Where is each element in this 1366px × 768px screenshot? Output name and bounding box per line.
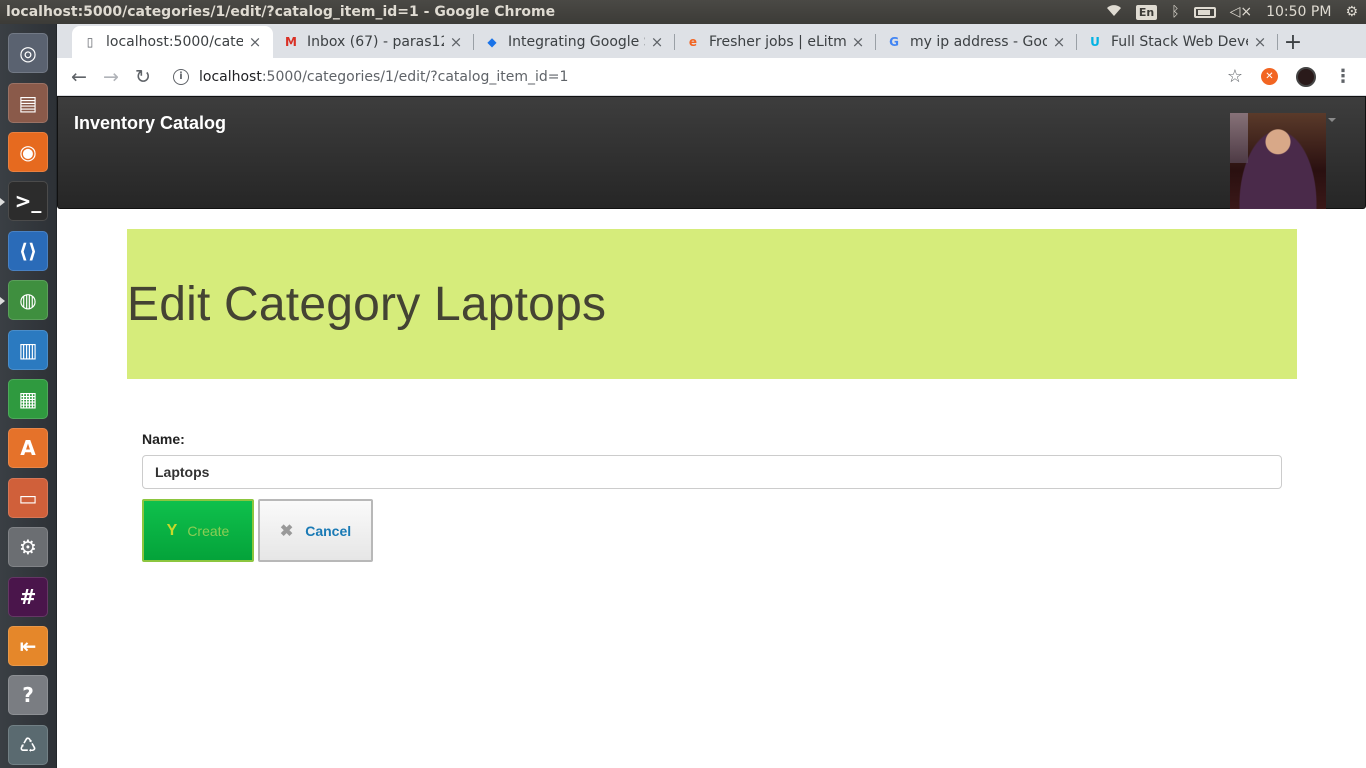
- address-bar[interactable]: i localhost:5000/categories/1/edit/?cata…: [167, 62, 1227, 92]
- firefox-icon: ◉: [8, 132, 48, 173]
- edit-category-form: Name:: [142, 431, 1282, 489]
- launcher-item[interactable]: #: [6, 573, 50, 619]
- user-dropdown-caret-icon[interactable]: [1328, 118, 1336, 122]
- keyboard-layout-indicator[interactable]: En: [1135, 4, 1158, 20]
- tab-close-icon[interactable]: ×: [247, 33, 263, 51]
- battery-icon[interactable]: [1193, 6, 1216, 18]
- libreoffice-calc-icon: ▦: [8, 379, 48, 420]
- user-avatar[interactable]: [1230, 113, 1326, 209]
- forward-arrow-icon[interactable]: →: [95, 61, 127, 93]
- name-label: Name:: [142, 431, 185, 447]
- launcher-item[interactable]: A: [6, 425, 50, 471]
- trash-icon: ♺: [8, 724, 48, 765]
- launcher-item[interactable]: ◍: [0, 277, 50, 323]
- web-page: Inventory Catalog Edit Category Laptops …: [57, 96, 1366, 768]
- launcher-item[interactable]: ?: [6, 672, 50, 718]
- launcher-item[interactable]: ▤: [6, 79, 50, 125]
- browser-tab[interactable]: ▯ localhost:5000/categ ×: [72, 26, 273, 58]
- tab-close-icon[interactable]: ×: [1051, 33, 1067, 51]
- libreoffice-impress-icon: ▭: [8, 477, 48, 518]
- page-title: Edit Category Laptops: [127, 278, 607, 331]
- site-navbar: Inventory Catalog: [57, 96, 1366, 209]
- launcher-item[interactable]: ⟨⟩: [6, 228, 50, 274]
- launcher-item[interactable]: ◉: [6, 129, 50, 175]
- wifi-icon[interactable]: [1106, 3, 1122, 21]
- browser-tab[interactable]: Gmy ip address - Goog ×: [876, 26, 1077, 58]
- backup-icon: ⇤: [8, 626, 48, 667]
- running-indicator: [0, 297, 5, 306]
- tab-favicon-icon: G: [889, 35, 899, 49]
- launcher-item[interactable]: ▦: [6, 376, 50, 422]
- cocktail-glass-icon: Y: [166, 521, 178, 539]
- system-settings-icon: ⚙: [8, 527, 48, 568]
- profile-avatar-icon[interactable]: [1296, 66, 1316, 87]
- name-input[interactable]: [142, 455, 1282, 489]
- terminal-icon: >_: [8, 181, 48, 222]
- tab-close-icon[interactable]: ×: [850, 33, 866, 51]
- power-gear-icon[interactable]: ⚙: [1345, 4, 1358, 20]
- chrome-icon: ◍: [8, 280, 48, 321]
- browser-tab[interactable]: M Inbox (67) - paras12 ×: [273, 26, 474, 58]
- system-tray: En ᛒ ◁× 10:50 PM ⚙: [1106, 3, 1366, 21]
- navbar-brand[interactable]: Inventory Catalog: [74, 113, 226, 134]
- bookmark-star-icon[interactable]: ☆: [1227, 66, 1243, 87]
- extension-icon[interactable]: ✕: [1261, 68, 1278, 85]
- site-info-icon[interactable]: i: [173, 68, 189, 85]
- tab-label: localhost:5000/categ: [106, 34, 243, 50]
- form-actions: Y Create ✖ Cancel: [142, 499, 373, 562]
- tab-label: Integrating Google S: [508, 34, 645, 50]
- volume-muted-icon[interactable]: ◁×: [1230, 4, 1253, 20]
- tab-favicon-icon: ▯: [86, 35, 94, 49]
- tab-close-icon[interactable]: ×: [649, 33, 665, 51]
- create-button[interactable]: Y Create: [142, 499, 254, 562]
- page-header: Edit Category Laptops: [127, 229, 1297, 379]
- chrome-menu-icon[interactable]: ⋮: [1334, 66, 1352, 87]
- launcher-item[interactable]: ⇤: [6, 623, 50, 669]
- create-button-label: Create: [187, 522, 230, 539]
- system-top-panel: localhost:5000/categories/1/edit/?catalo…: [0, 0, 1366, 24]
- tab-separator: [1277, 34, 1278, 50]
- browser-tab[interactable]: U Full Stack Web Deve ×: [1077, 26, 1278, 58]
- software-center-icon: A: [8, 428, 48, 469]
- cancel-button-label: Cancel: [305, 522, 352, 539]
- launcher-item[interactable]: ▭: [6, 475, 50, 521]
- tab-favicon-icon: e: [688, 35, 698, 49]
- files-icon: ▤: [8, 82, 48, 123]
- running-indicator: [0, 198, 5, 207]
- launcher-item[interactable]: ⚙: [6, 524, 50, 570]
- browser-tab-strip: ▯ localhost:5000/categ × M Inbox (67) - para…: [57, 24, 1366, 58]
- clock[interactable]: 10:50 PM: [1266, 4, 1331, 20]
- help-icon: ?: [8, 675, 48, 716]
- reload-icon[interactable]: ↻: [127, 61, 159, 93]
- launcher-item[interactable]: ♺: [6, 722, 50, 768]
- back-arrow-icon[interactable]: ←: [63, 61, 95, 93]
- tab-label: Fresher jobs | eLitm: [709, 34, 846, 50]
- window-title: localhost:5000/categories/1/edit/?catalo…: [6, 4, 556, 20]
- url-path: :5000/categories/1/edit/?catalog_item_id…: [261, 68, 569, 85]
- slack-icon: #: [8, 576, 48, 617]
- browser-tab[interactable]: e Fresher jobs | eLitm ×: [675, 26, 876, 58]
- tab-favicon-icon: U: [1090, 35, 1100, 49]
- tab-close-icon[interactable]: ×: [1252, 33, 1268, 51]
- launcher-item[interactable]: >_: [0, 178, 50, 224]
- vscode-icon: ⟨⟩: [8, 230, 48, 271]
- tab-label: my ip address - Goog: [910, 34, 1047, 50]
- launcher-item[interactable]: ◎: [6, 30, 50, 76]
- tab-label: Full Stack Web Deve: [1111, 34, 1248, 50]
- cancel-button[interactable]: ✖ Cancel: [258, 499, 373, 562]
- browser-tab[interactable]: ◆ Integrating Google S ×: [474, 26, 675, 58]
- bluetooth-icon[interactable]: ᛒ: [1171, 4, 1179, 20]
- close-icon: ✖: [279, 522, 294, 540]
- ubuntu-dash-icon: ◎: [8, 33, 48, 74]
- tab-label: Inbox (67) - paras12: [307, 34, 444, 50]
- new-tab-plus-icon[interactable]: +: [1278, 26, 1308, 58]
- unity-launcher: ◎ ▤ ◉ >_ ⟨⟩ ◍ ▥ ▦ A ▭ ⚙ # ⇤? ♺: [0, 24, 57, 768]
- launcher-item[interactable]: ▥: [6, 326, 50, 372]
- tab-favicon-icon: ◆: [487, 35, 497, 49]
- tab-close-icon[interactable]: ×: [448, 33, 464, 51]
- browser-toolbar: ← → ↻ i localhost:5000/categories/1/edit…: [57, 58, 1366, 96]
- libreoffice-writer-icon: ▥: [8, 329, 48, 370]
- tab-favicon-icon: M: [285, 35, 297, 49]
- url-host: localhost: [199, 68, 262, 85]
